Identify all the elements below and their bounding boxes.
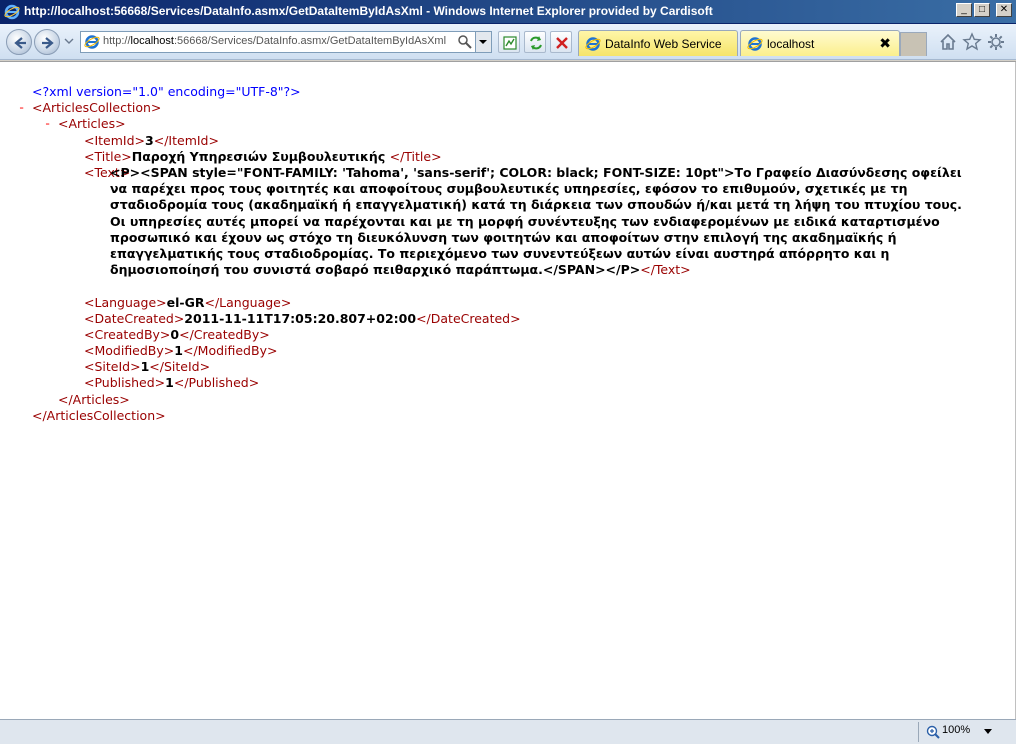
search-icon[interactable] [457, 34, 473, 50]
refresh-button[interactable] [524, 31, 546, 53]
back-arrow-icon [14, 37, 26, 49]
zoom-dropdown[interactable] [984, 729, 992, 735]
tab-close-button[interactable]: ✖ [879, 35, 891, 52]
compatibility-icon [503, 36, 517, 50]
forward-arrow-icon [42, 37, 54, 49]
back-button[interactable] [6, 29, 32, 55]
address-dropdown[interactable] [475, 32, 491, 52]
page-content: <?xml version="1.0" encoding="UTF-8"?> -… [0, 61, 1016, 720]
collapse-toggle[interactable]: - [18, 100, 25, 116]
stop-button[interactable] [550, 31, 572, 53]
ie-icon [84, 35, 100, 49]
status-bar: 100% [0, 719, 1016, 744]
favorites-star-icon[interactable] [962, 32, 982, 52]
forward-button[interactable] [34, 29, 60, 55]
close-button[interactable]: ✕ [996, 3, 1012, 17]
zoom-icon [926, 725, 940, 739]
tab-datainfo-web-service[interactable]: DataInfo Web Service [578, 30, 738, 56]
ie-icon [747, 37, 763, 51]
home-icon[interactable] [938, 32, 958, 52]
tab-localhost[interactable]: localhost ✖ [740, 30, 900, 56]
address-bar[interactable]: http://localhost:56668/Services/DataInfo… [80, 31, 492, 53]
tab-label: localhost [767, 37, 815, 51]
new-tab-button[interactable] [900, 32, 927, 56]
history-dropdown[interactable] [64, 36, 74, 46]
gear-icon[interactable] [986, 32, 1006, 52]
navigation-bar: http://localhost:56668/Services/DataInfo… [0, 24, 1016, 60]
refresh-icon [530, 36, 542, 50]
tab-label: DataInfo Web Service [605, 37, 722, 51]
compatibility-view-button[interactable] [498, 31, 520, 53]
maximize-button[interactable]: □ [974, 3, 990, 17]
window-title: http://localhost:56668/Services/DataInfo… [24, 4, 713, 18]
minimize-button[interactable]: _ [956, 3, 972, 17]
address-url: http://localhost:56668/Services/DataInfo… [103, 35, 447, 47]
zoom-level[interactable]: 100% [942, 724, 970, 736]
window-titlebar: http://localhost:56668/Services/DataInfo… [0, 0, 1016, 24]
stop-icon [556, 37, 568, 49]
ie-icon [585, 37, 601, 51]
collapse-toggle[interactable]: - [44, 116, 51, 132]
ie-icon [4, 4, 20, 20]
